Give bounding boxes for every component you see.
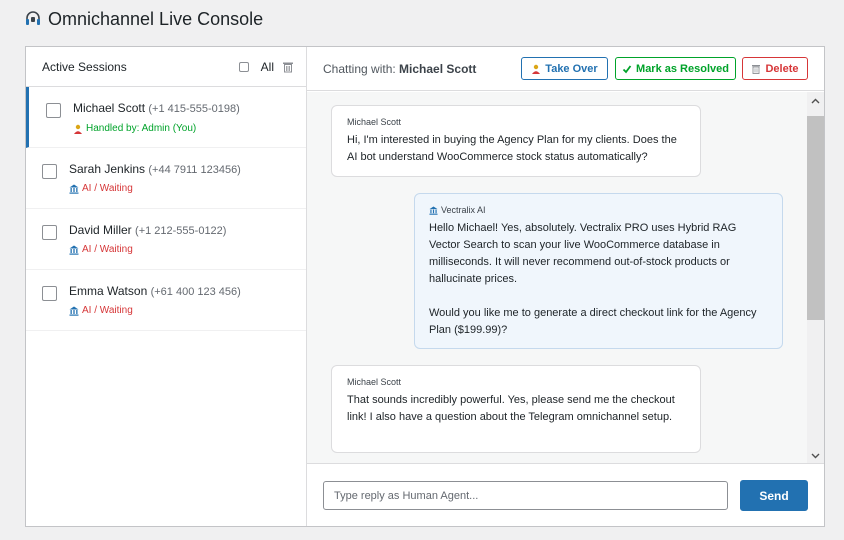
message-bubble: Michael Scott That sounds incredibly pow… <box>331 365 701 453</box>
session-name-line: David Miller (+1 212-555-0122) <box>69 223 226 237</box>
message-text: Would you like me to generate a direct c… <box>429 307 757 336</box>
session-checkbox[interactable] <box>42 225 57 240</box>
message-list: Michael Scott Hi, I'm interested in buyi… <box>307 92 824 464</box>
session-name: Sarah Jenkins <box>69 162 146 176</box>
session-item[interactable]: Michael Scott (+1 415-555-0198) Handled … <box>26 87 306 148</box>
session-status: AI / Waiting <box>69 244 133 255</box>
session-status: AI / Waiting <box>69 305 133 316</box>
delete-button[interactable]: Delete <box>742 57 808 80</box>
headset-icon <box>26 11 40 25</box>
agent-icon <box>74 124 82 134</box>
bank-icon <box>69 184 79 194</box>
page-header: Omnichannel Live Console <box>24 8 263 30</box>
message-sender-name: Vectralix AI <box>441 205 486 215</box>
session-status-label: AI / Waiting <box>82 183 133 194</box>
trash-icon <box>752 64 761 74</box>
message-sender: Michael Scott <box>347 377 402 387</box>
send-button[interactable]: Send <box>740 480 808 511</box>
page-title: Omnichannel Live Console <box>48 8 264 29</box>
select-all-label: All <box>260 60 274 74</box>
session-item[interactable]: Sarah Jenkins (+44 7911 123456) AI / Wai… <box>26 148 306 209</box>
session-checkbox[interactable] <box>42 164 57 179</box>
session-name: Michael Scott <box>73 101 146 115</box>
session-item[interactable]: David Miller (+1 212-555-0122) AI / Wait… <box>26 209 306 270</box>
chatting-name: Michael Scott <box>399 62 477 76</box>
message-bubble: Vectralix AI Hello Michael! Yes, absolut… <box>414 193 783 349</box>
bank-icon <box>429 205 438 215</box>
session-phone: (+1 415-555-0198) <box>148 103 240 115</box>
session-item[interactable]: Emma Watson (+61 400 123 456) AI / Waiti… <box>26 270 306 331</box>
bank-icon <box>69 306 79 316</box>
session-name: David Miller <box>69 223 132 237</box>
mark-resolved-label: Mark as Resolved <box>636 62 729 75</box>
take-over-label: Take Over <box>545 62 598 75</box>
session-name-line: Emma Watson (+61 400 123 456) <box>69 284 241 298</box>
message-text: Hello Michael! Yes, absolutely. Vectrali… <box>429 222 737 285</box>
mark-resolved-button[interactable]: Mark as Resolved <box>615 57 736 80</box>
message-sender: Michael Scott <box>347 117 402 127</box>
session-name-line: Michael Scott (+1 415-555-0198) <box>73 101 240 115</box>
checkmark-icon <box>622 64 632 73</box>
message-text: Hi, I'm interested in buying the Agency … <box>347 134 677 163</box>
chat-panel: Chatting with: Michael Scott Take Over M… <box>307 47 824 526</box>
message-text: That sounds incredibly powerful. Yes, pl… <box>347 394 675 423</box>
chatting-with: Chatting with: Michael Scott <box>323 62 476 76</box>
sessions-sidebar: Active Sessions All Michael Scott (+1 41… <box>26 47 307 526</box>
session-phone: (+44 7911 123456) <box>148 164 241 176</box>
session-checkbox[interactable] <box>42 286 57 301</box>
scroll-down-icon[interactable] <box>807 447 824 464</box>
take-over-button[interactable]: Take Over <box>521 57 608 80</box>
session-name-line: Sarah Jenkins (+44 7911 123456) <box>69 162 241 176</box>
session-name: Emma Watson <box>69 284 148 298</box>
session-status-label: AI / Waiting <box>82 305 133 316</box>
session-checkbox[interactable] <box>46 103 61 118</box>
live-console: Active Sessions All Michael Scott (+1 41… <box>25 46 825 527</box>
bulk-delete-icon[interactable] <box>282 61 294 73</box>
session-status-label: AI / Waiting <box>82 244 133 255</box>
chat-header: Chatting with: Michael Scott Take Over M… <box>307 47 824 91</box>
scrollbar-thumb[interactable] <box>807 116 824 320</box>
reply-composer: Send <box>307 463 824 526</box>
message-sender: Vectralix AI <box>429 204 768 216</box>
session-phone: (+1 212-555-0122) <box>135 225 227 237</box>
session-status: Handled by: Admin (You) <box>73 123 196 134</box>
bank-icon <box>69 245 79 255</box>
delete-label: Delete <box>765 62 799 75</box>
session-status: AI / Waiting <box>69 183 133 194</box>
message-scrollbar[interactable] <box>807 92 824 464</box>
scroll-up-icon[interactable] <box>807 92 824 109</box>
select-all-checkbox[interactable] <box>238 62 249 72</box>
sessions-title: Active Sessions <box>42 59 127 74</box>
sessions-header: Active Sessions All <box>26 47 306 87</box>
message-bubble: Michael Scott Hi, I'm interested in buyi… <box>331 105 701 177</box>
session-status-label: Handled by: Admin (You) <box>86 123 197 134</box>
chatting-label: Chatting with: <box>323 62 396 76</box>
reply-input[interactable] <box>323 481 728 510</box>
session-phone: (+61 400 123 456) <box>150 286 241 298</box>
agent-icon <box>532 64 541 74</box>
